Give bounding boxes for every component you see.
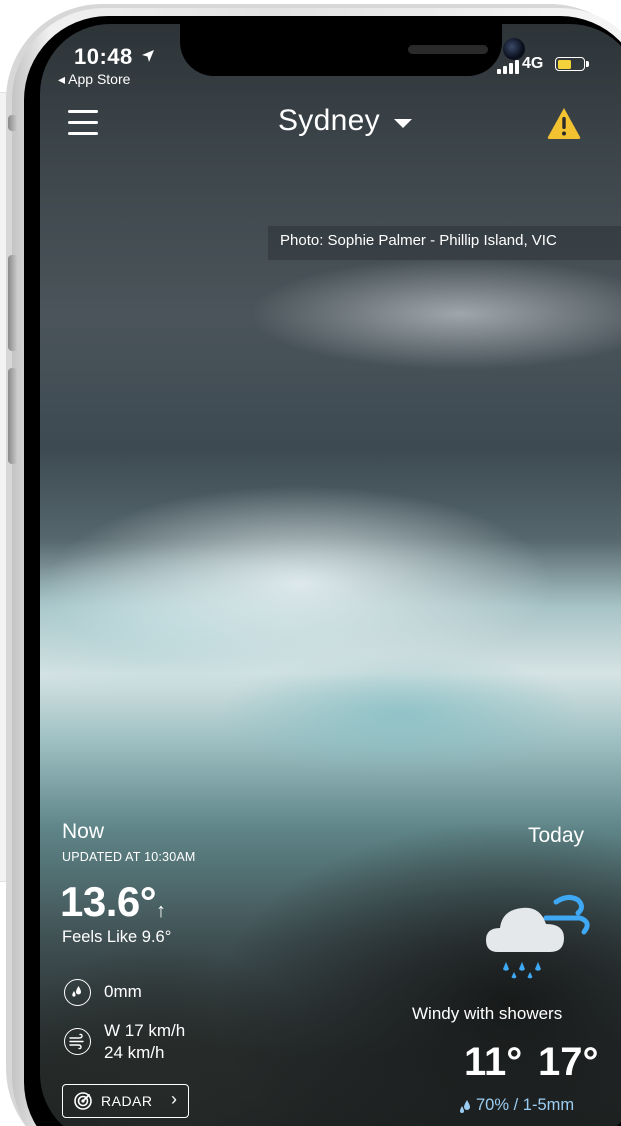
rainfall-value: 0mm: [104, 982, 142, 1001]
now-heading: Now: [62, 820, 105, 843]
trend-up-icon: ↑: [156, 900, 166, 922]
network-type: 4G: [522, 55, 544, 72]
radar-label: RADAR: [101, 1093, 153, 1109]
status-time: 10:48: [74, 44, 155, 70]
back-to-app-store[interactable]: ◂ App Store: [58, 71, 130, 88]
hamburger-menu-icon[interactable]: [68, 110, 98, 136]
warning-triangle-icon[interactable]: [546, 106, 582, 140]
battery-icon: [555, 57, 585, 71]
radar-button[interactable]: RADAR ›: [62, 1084, 189, 1118]
chevron-right-icon: ›: [171, 1089, 177, 1109]
wind-gust: 24 km/h: [104, 1043, 165, 1062]
raindrops-icon: [460, 1100, 470, 1113]
caret-down-icon[interactable]: [394, 119, 412, 128]
signal-bars-icon: [497, 60, 519, 74]
today-heading: Today: [528, 824, 585, 847]
max-temperature: 17°: [538, 1040, 599, 1084]
battery-level: [557, 59, 571, 69]
app-screen: 10:48 ◂ App Store 4G Sydney Photo: Sophi…: [40, 24, 621, 1126]
radar-icon: [74, 1092, 92, 1110]
forecast-condition: Windy with showers: [412, 1004, 563, 1023]
speaker: [408, 45, 488, 54]
battery-tip: [586, 61, 589, 67]
current-temperature: 13.6°: [60, 878, 157, 925]
min-temperature: 11°: [464, 1040, 523, 1084]
wind-speed: W 17 km/h: [104, 1021, 186, 1040]
side-switch: [8, 115, 18, 131]
rain-gauge-icon: [64, 979, 91, 1006]
wind-icon: [64, 1028, 91, 1055]
city-selector[interactable]: Sydney: [278, 104, 380, 138]
volume-down-button: [8, 368, 18, 464]
photo-credit: Photo: Sophie Palmer - Phillip Island, V…: [268, 226, 621, 260]
updated-time: UPDATED AT 10:30AM: [62, 850, 196, 864]
time-text: 10:48: [74, 44, 133, 69]
notch: [180, 24, 525, 76]
wind-value: W 17 km/h 24 km/h: [104, 1020, 185, 1064]
precipitation-chance: 70% / 1-5mm: [476, 1096, 575, 1114]
location-arrow-icon: [142, 50, 155, 62]
feels-like: Feels Like 9.6°: [62, 928, 172, 946]
volume-up-button: [8, 255, 18, 351]
cloud-rain-wind-icon: [486, 894, 590, 979]
